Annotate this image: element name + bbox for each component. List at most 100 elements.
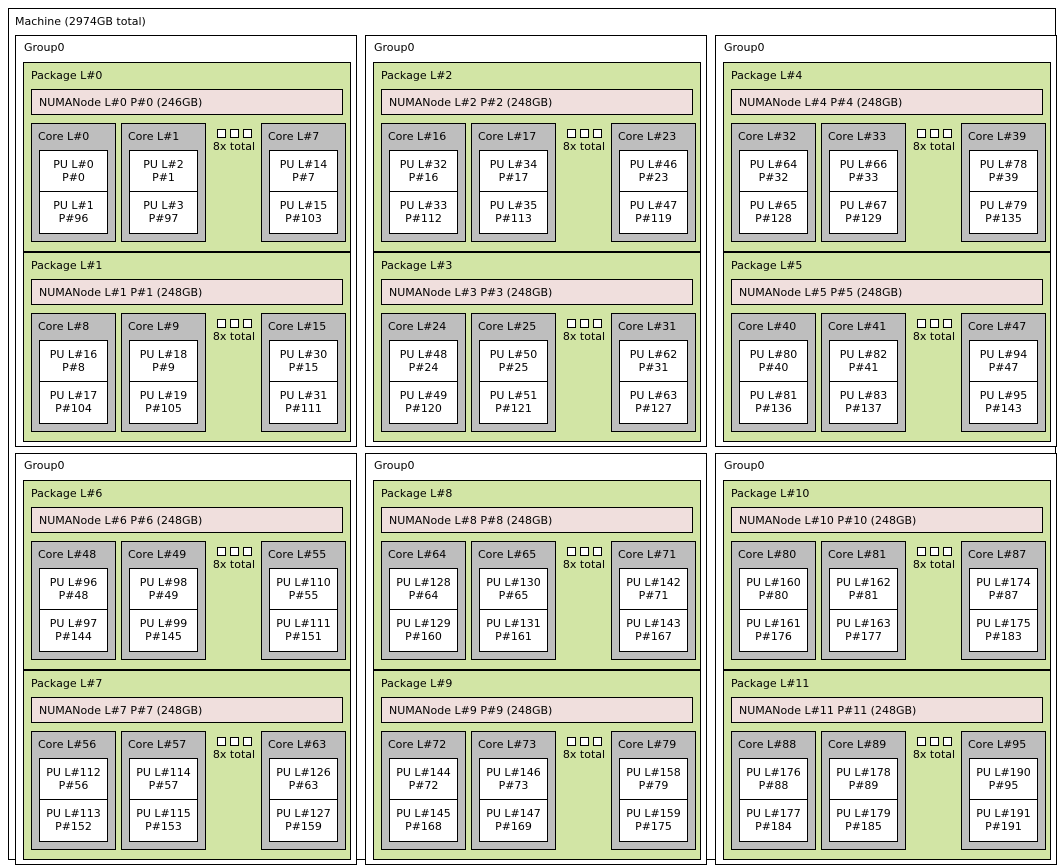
core-box: Core L#80 PU L#160 P#80 PU L#161 P#176 [731,541,816,660]
pu-logical-label: PU L#82 [839,348,888,361]
pu-physical-label: P#96 [58,212,89,225]
pu-logical-label: PU L#34 [489,158,538,171]
core-box: Core L#25 PU L#50 P#25 PU L#51 P#121 [471,313,556,432]
collapsed-cores-indicator: 8x total [561,123,607,153]
pu-physical-label: P#32 [758,171,789,184]
pu-physical-label: P#121 [495,402,532,415]
pu-logical-label: PU L#67 [839,199,888,212]
square-icon [229,737,239,746]
pu-physical-label: P#1 [152,171,175,184]
pu-physical-label: P#23 [638,171,669,184]
core-label: Core L#71 [618,548,677,561]
pu-box: PU L#190 P#95 [970,759,1037,800]
core-box: Core L#24 PU L#48 P#24 PU L#49 P#120 [381,313,466,432]
pu-stack: PU L#50 P#25 PU L#51 P#121 [479,340,548,424]
pu-stack: PU L#64 P#32 PU L#65 P#128 [739,150,808,234]
group-label: Group0 [24,41,65,54]
collapsed-cores-indicator: 8x total [911,123,957,153]
core-label: Core L#41 [828,320,887,333]
pu-box: PU L#33 P#112 [390,192,457,233]
pu-physical-label: P#175 [635,820,672,833]
core-box: Core L#32 PU L#64 P#32 PU L#65 P#128 [731,123,816,242]
pu-physical-label: P#81 [848,589,879,602]
pu-logical-label: PU L#130 [486,576,541,589]
core-label: Core L#49 [128,548,187,561]
more-cores-label: 8x total [912,330,956,343]
pu-box: PU L#2 P#1 [130,151,197,192]
pu-box: PU L#1 P#96 [40,192,107,233]
pu-physical-label: P#160 [405,630,442,643]
pu-logical-label: PU L#146 [486,766,541,779]
pu-logical-label: PU L#161 [746,617,801,630]
numanode-box: NUMANode L#6 P#6 (248GB) [31,507,343,533]
pu-logical-label: PU L#48 [399,348,448,361]
core-box: Core L#49 PU L#98 P#49 PU L#99 P#145 [121,541,206,660]
pu-physical-label: P#177 [845,630,882,643]
pu-stack: PU L#98 P#49 PU L#99 P#145 [129,568,198,652]
pu-stack: PU L#158 P#79 PU L#159 P#175 [619,758,688,842]
numanode-label: NUMANode L#1 P#1 (248GB) [39,286,203,299]
pu-logical-label: PU L#79 [979,199,1028,212]
pu-physical-label: P#89 [848,779,879,792]
pu-logical-label: PU L#64 [749,158,798,171]
numanode-box: NUMANode L#8 P#8 (248GB) [381,507,693,533]
pu-physical-label: P#63 [288,779,319,792]
group-label: Group0 [724,41,765,54]
core-label: Core L#73 [478,738,537,751]
pu-box: PU L#178 P#89 [830,759,897,800]
pu-box: PU L#50 P#25 [480,341,547,382]
pu-box: PU L#82 P#41 [830,341,897,382]
pu-box: PU L#97 P#144 [40,610,107,651]
pu-logical-label: PU L#50 [489,348,538,361]
pu-physical-label: P#24 [408,361,439,374]
more-cores-label: 8x total [912,140,956,153]
pu-physical-label: P#143 [985,402,1022,415]
core-label: Core L#63 [268,738,327,751]
pu-box: PU L#98 P#49 [130,569,197,610]
pu-box: PU L#176 P#88 [740,759,807,800]
square-icon [242,547,252,556]
pu-logical-label: PU L#191 [976,807,1031,820]
package-label: Package L#2 [381,69,453,82]
core-label: Core L#89 [828,738,887,751]
square-icon [942,737,952,746]
pu-box: PU L#163 P#177 [830,610,897,651]
pu-physical-label: P#169 [495,820,532,833]
collapsed-squares-icon [561,123,607,138]
pu-box: PU L#147 P#169 [480,800,547,841]
group-label: Group0 [724,459,765,472]
square-icon [942,319,952,328]
pu-physical-label: P#8 [62,361,85,374]
numanode-label: NUMANode L#10 P#10 (248GB) [739,514,917,527]
square-icon [216,737,226,746]
square-icon [216,129,226,138]
pu-box: PU L#129 P#160 [390,610,457,651]
collapsed-squares-icon [211,541,257,556]
pu-physical-label: P#17 [498,171,529,184]
square-icon [942,129,952,138]
pu-physical-label: P#176 [755,630,792,643]
core-box: Core L#0 PU L#0 P#0 PU L#1 P#96 [31,123,116,242]
collapsed-squares-icon [561,313,607,328]
pu-physical-label: P#105 [145,402,182,415]
core-box: Core L#87 PU L#174 P#87 PU L#175 P#183 [961,541,1046,660]
core-box: Core L#64 PU L#128 P#64 PU L#129 P#160 [381,541,466,660]
pu-box: PU L#114 P#57 [130,759,197,800]
more-cores-label: 8x total [912,748,956,761]
core-label: Core L#95 [968,738,1027,751]
pu-logical-label: PU L#176 [746,766,801,779]
pu-box: PU L#115 P#153 [130,800,197,841]
pu-stack: PU L#176 P#88 PU L#177 P#184 [739,758,808,842]
pu-box: PU L#34 P#17 [480,151,547,192]
pu-box: PU L#18 P#9 [130,341,197,382]
more-cores-label: 8x total [562,748,606,761]
pu-box: PU L#113 P#152 [40,800,107,841]
collapsed-cores-indicator: 8x total [211,123,257,153]
pu-logical-label: PU L#178 [836,766,891,779]
core-label: Core L#72 [388,738,447,751]
pu-physical-label: P#41 [848,361,879,374]
core-box: Core L#73 PU L#146 P#73 PU L#147 P#169 [471,731,556,850]
pu-logical-label: PU L#31 [279,389,328,402]
pu-stack: PU L#62 P#31 PU L#63 P#127 [619,340,688,424]
package-label: Package L#4 [731,69,803,82]
